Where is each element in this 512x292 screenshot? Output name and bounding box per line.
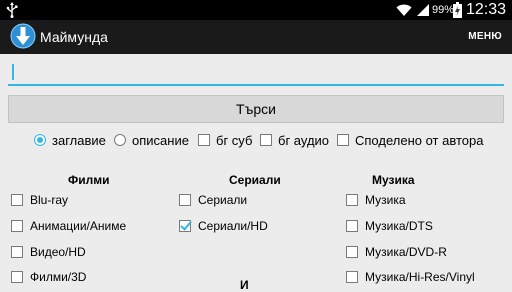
checkbox-shared-by-author[interactable] (337, 134, 349, 146)
action-bar: Маймунда МЕНЮ (0, 20, 512, 54)
checkbox-bg-audio-label: бг аудио (278, 133, 330, 148)
search-button[interactable]: Търси (8, 95, 504, 123)
category-label: Музика/Hi-Res/Vinyl (365, 270, 475, 284)
status-bar: 99% 12:33 (0, 0, 512, 20)
category-label: Сериали (198, 193, 248, 207)
checkbox-bg-audio[interactable] (260, 134, 272, 146)
search-button-label: Търси (236, 101, 276, 117)
usb-icon (6, 2, 18, 18)
category-label: Музика/DTS (365, 219, 433, 233)
category-label: Филми/3D (30, 270, 87, 284)
search-input[interactable] (8, 62, 504, 86)
category-checkbox[interactable] (346, 246, 358, 258)
category-checkbox[interactable] (11, 271, 23, 283)
category-label: Анимации/Аниме (30, 219, 127, 233)
category-header-films: Филми (68, 173, 110, 187)
category-checkbox[interactable] (346, 194, 358, 206)
category-header-series: Сериали (229, 173, 281, 187)
category-header-partial: И (240, 278, 249, 292)
checkbox-shared-by-author-label: Споделено от автора (355, 133, 484, 148)
battery-charging-icon (453, 2, 462, 18)
checkbox-bg-sub-label: бг суб (216, 133, 253, 148)
category-checkbox-checked[interactable] (179, 220, 191, 232)
app-title: Маймунда (40, 29, 108, 45)
radio-title[interactable] (34, 134, 46, 146)
category-checkbox[interactable] (11, 220, 23, 232)
category-label: Сериали/HD (198, 219, 268, 233)
category-checkbox[interactable] (346, 271, 358, 283)
category-checkbox[interactable] (11, 194, 23, 206)
app-logo-icon[interactable] (10, 23, 36, 49)
category-label: Музика/DVD-R (365, 245, 447, 259)
radio-description[interactable] (114, 134, 126, 146)
category-checkbox[interactable] (11, 246, 23, 258)
category-label: Видео/HD (30, 245, 86, 259)
category-label: Музика (365, 193, 406, 207)
status-clock: 12:33 (466, 1, 507, 18)
menu-button[interactable]: МЕНЮ (468, 31, 502, 42)
category-checkbox[interactable] (179, 194, 191, 206)
radio-title-label: заглавие (52, 133, 106, 148)
wifi-icon (396, 4, 412, 16)
category-checkbox[interactable] (346, 220, 358, 232)
radio-description-label: описание (132, 133, 189, 148)
text-cursor (12, 64, 14, 80)
category-header-music: Музика (372, 173, 415, 187)
signal-icon (417, 4, 429, 16)
category-label: Blu-ray (30, 193, 69, 207)
battery-percentage: 99% (432, 4, 455, 16)
checkbox-bg-sub[interactable] (198, 134, 210, 146)
